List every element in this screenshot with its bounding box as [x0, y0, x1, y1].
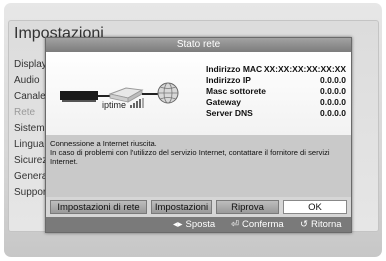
- dialog-button-bar: Impostazioni di rete Impostazioni IP Rip…: [46, 197, 351, 227]
- signal-strength-icon: [130, 98, 144, 108]
- arrows-icon: ◂▸: [173, 219, 183, 230]
- status-message-area: Connessione a Internet riuscita. In caso…: [46, 135, 351, 197]
- hint-back: ↺ Ritorna: [300, 219, 342, 230]
- network-info-list: Indirizzo MAC XX:XX:XX:XX:XX:XX Indirizz…: [206, 64, 346, 119]
- network-settings-button[interactable]: Impostazioni di rete: [50, 200, 147, 214]
- hint-move: ◂▸ Sposta: [173, 219, 216, 230]
- info-row-dns: Server DNS 0.0.0.0: [206, 108, 346, 118]
- info-row-gateway: Gateway 0.0.0.0: [206, 97, 346, 107]
- status-message-help: In caso di problemi con l'utilizzo del s…: [50, 148, 330, 166]
- return-icon: ↺: [300, 219, 308, 230]
- info-row-subnet: Masc sottorete 0.0.0.0: [206, 86, 346, 96]
- router-name: iptime: [102, 100, 127, 110]
- ok-button[interactable]: OK: [283, 200, 347, 214]
- remote-hint-bar: ◂▸ Sposta ⏎ Conferma ↺ Ritorna: [46, 217, 351, 232]
- network-status-dialog: Stato rete iptime Indirizzo MAC XX:XX:XX…: [45, 37, 352, 233]
- info-row-mac: Indirizzo MAC XX:XX:XX:XX:XX:XX: [206, 64, 346, 74]
- globe-icon: [157, 82, 179, 104]
- hint-confirm: ⏎ Conferma: [231, 219, 284, 230]
- info-row-ip: Indirizzo IP 0.0.0.0: [206, 75, 346, 85]
- status-message-success: Connessione a Internet riuscita.: [50, 139, 157, 148]
- dialog-title: Stato rete: [46, 38, 351, 52]
- enter-icon: ⏎: [231, 219, 239, 230]
- player-device-icon: [60, 91, 98, 102]
- ip-settings-button[interactable]: Impostazioni IP: [151, 200, 212, 227]
- connection-info-panel: iptime Indirizzo MAC XX:XX:XX:XX:XX:XX I…: [46, 52, 351, 135]
- retry-button[interactable]: Riprova: [216, 200, 279, 214]
